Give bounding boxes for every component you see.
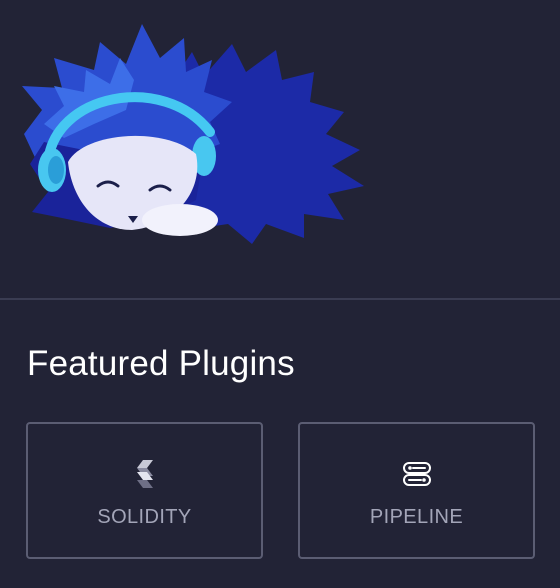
featured-plugins-title: Featured Plugins [27,344,295,383]
plugin-card-solidity[interactable]: SOLIDITY [26,422,263,559]
solidity-icon [136,460,153,488]
hedgehog-mascot-icon [22,24,364,244]
section-divider [0,298,560,300]
hero-banner [0,0,560,298]
plugin-label-pipeline: PIPELINE [369,506,464,528]
pipeline-icon [402,462,431,486]
plugin-card-pipeline[interactable]: PIPELINE [298,422,535,559]
plugin-label-solidity: SOLIDITY [97,506,192,528]
